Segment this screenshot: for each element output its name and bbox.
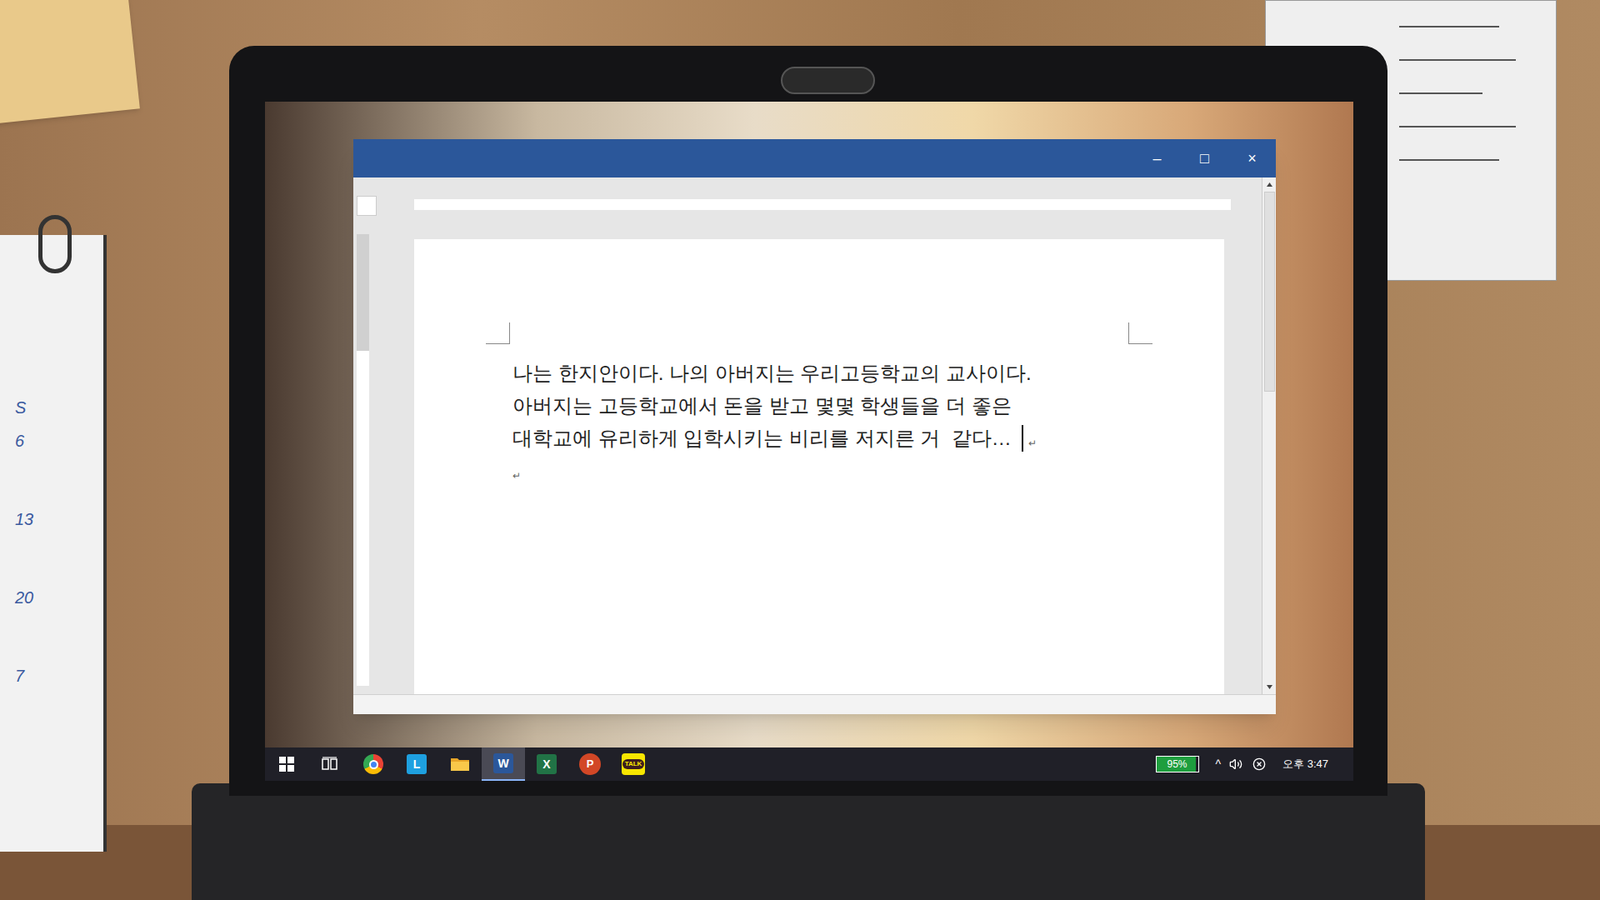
taskbar-app[interactable]: W — [481, 747, 525, 781]
taskbar-app[interactable] — [438, 747, 482, 781]
word-window: –□× 나는 한지안이다. 나의 아버지는 우리고등학교의 교사이다.아버지는 고… — [353, 139, 1276, 715]
calendar-day: 6 — [15, 430, 104, 510]
folder-icon — [450, 755, 470, 773]
windows-icon — [279, 756, 295, 772]
scene: S613207 –□× 나는 한지안이다. 나의 아버지는 우리고등학교의 교사이다… — [0, 0, 1600, 900]
vertical-scrollbar[interactable] — [1261, 177, 1276, 695]
laptop-base — [191, 783, 1425, 900]
taskbar-app[interactable]: X — [525, 747, 569, 781]
editor-body: 나는 한지안이다. 나의 아버지는 우리고등학교의 교사이다.아버지는 고등학교… — [353, 177, 1276, 695]
app-tile-icon: W — [493, 753, 514, 774]
kakaotalk-icon: TALK — [621, 753, 645, 775]
powerpoint-icon: P — [579, 753, 601, 775]
text-line: ↵ — [512, 454, 1225, 487]
screen: –□× 나는 한지안이다. 나의 아버지는 우리고등학교의 교사이다.아버지는 고… — [265, 101, 1354, 781]
webcam-cover-icon — [780, 66, 875, 95]
text-line: 나는 한지안이다. 나의 아버지는 우리고등학교의 교사이다. — [512, 356, 1225, 390]
laptop-lid: –□× 나는 한지안이다. 나의 아버지는 우리고등학교의 교사이다.아버지는 고… — [229, 45, 1388, 796]
battery-indicator[interactable]: 95% — [1155, 755, 1200, 773]
text-line: 아버지는 고등학교에서 돈을 받고 몇몇 학생들을 더 좋은 — [512, 389, 1225, 422]
calendar-day: 13 — [15, 509, 104, 588]
scroll-down-icon[interactable] — [1262, 680, 1277, 695]
chrome-icon — [363, 754, 384, 775]
scroll-thumb[interactable] — [1264, 191, 1275, 392]
window-control[interactable]: □ — [1180, 139, 1229, 178]
calendar-day: 7 — [15, 665, 104, 745]
page: 나는 한지안이다. 나의 아버지는 우리고등학교의 교사이다.아버지는 고등학교… — [414, 239, 1225, 695]
app-tile-icon: X — [536, 754, 557, 775]
text-line: 대학교에 유리하게 입학시키는 비리를 저지른 거 같다…↵ — [512, 421, 1225, 455]
taskbar: L W X P TALK 95% ^ 오후 3:47 — [265, 747, 1354, 781]
calendar-day: 20 — [15, 587, 104, 666]
task-view-icon — [321, 756, 339, 772]
sticky-note — [0, 0, 140, 125]
taskbar-app[interactable] — [351, 747, 395, 781]
taskbar-app[interactable]: P — [568, 747, 612, 781]
taskbar-app[interactable] — [308, 747, 352, 781]
taskbar-app[interactable]: TALK — [611, 747, 655, 781]
window-control[interactable]: – — [1133, 139, 1181, 178]
app-tile-icon: L — [406, 754, 427, 775]
vertical-ruler — [356, 234, 370, 686]
margin-mark-left — [485, 322, 510, 345]
paragraph-mark: ↵ — [512, 470, 521, 482]
left-ruler-column — [353, 177, 415, 695]
paragraph-mark: ↵ — [1028, 437, 1037, 450]
volume-icon[interactable] — [1229, 757, 1243, 771]
calendar-day: S — [15, 397, 104, 431]
title-bar: –□× — [353, 139, 1276, 178]
ruler-corner — [356, 195, 377, 216]
tray-chevron[interactable]: ^ — [1215, 755, 1222, 774]
taskbar-app[interactable] — [265, 747, 309, 781]
document-text[interactable]: 나는 한지안이다. 나의 아버지는 우리고등학교의 교사이다.아버지는 고등학교… — [414, 356, 1225, 487]
scroll-up-icon[interactable] — [1262, 177, 1277, 192]
clock[interactable]: 오후 3:47 — [1282, 755, 1329, 773]
page-area: 나는 한지안이다. 나의 아버지는 우리고등학교의 교사이다.아버지는 고등학교… — [414, 177, 1262, 695]
margin-mark-right — [1128, 322, 1153, 345]
text-cursor — [1021, 425, 1024, 452]
status-strip — [353, 694, 1276, 715]
network-off-icon[interactable] — [1252, 757, 1266, 771]
window-control[interactable]: × — [1228, 139, 1276, 178]
desk-calendar: S613207 — [0, 235, 107, 852]
taskbar-app[interactable]: L — [395, 747, 439, 781]
horizontal-ruler — [414, 199, 1231, 210]
calendar-ring-icon — [38, 215, 72, 274]
